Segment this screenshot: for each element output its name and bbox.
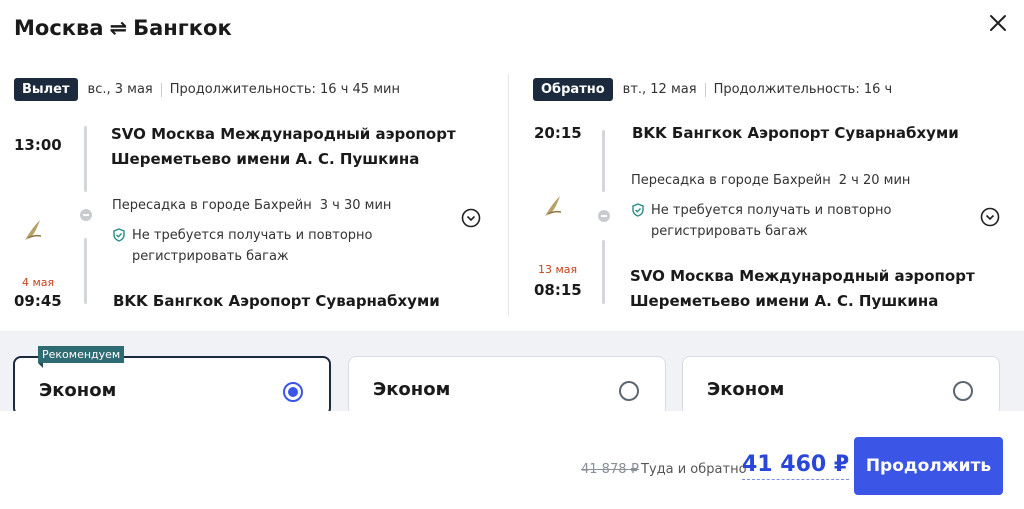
return-departure-time: 20:15	[534, 124, 582, 142]
timeline-line	[84, 126, 87, 192]
return-departure-airport: BKK Бангкок Аэропорт Суварнабхуми	[632, 124, 959, 142]
fare-option-2[interactable]: Эконом	[348, 356, 666, 416]
fare-radio-selected[interactable]	[283, 382, 303, 402]
fare-name: Эконом	[707, 379, 785, 400]
return-date: вт., 12 мая	[622, 82, 697, 97]
destination-city: Бангкок	[133, 16, 232, 40]
return-transfer: Пересадка в городе Бахрейн 2 ч 20 мин	[631, 173, 911, 188]
continue-button[interactable]: Продолжить	[854, 437, 1003, 495]
return-baggage-note: Не требуется получать и повторно регистр…	[631, 200, 892, 242]
fare-name: Эконом	[373, 379, 451, 400]
origin-city: Москва	[14, 16, 104, 40]
return-leg: Обратно вт., 12 мая Продолжительность: 1…	[533, 78, 1008, 318]
expand-chevron-icon[interactable]	[980, 207, 1000, 227]
return-duration: Продолжительность: 16 ч	[713, 82, 893, 97]
recommend-badge: Рекомендуем	[38, 346, 125, 368]
outbound-baggage-note: Не требуется получать и повторно регистр…	[112, 225, 373, 267]
outbound-header: Вылет вс., 3 мая Продолжительность: 16 ч…	[14, 78, 489, 101]
outbound-date: вс., 3 мая	[87, 82, 153, 97]
fare-option-3[interactable]: Эконом	[682, 356, 1000, 416]
legs-divider	[508, 74, 509, 316]
return-arrival-time: 08:15	[534, 281, 582, 299]
fare-name: Эконом	[39, 380, 117, 401]
route-title: Москва ⇌ Бангкок	[14, 16, 232, 40]
timeline-line	[602, 130, 605, 192]
shield-check-icon	[632, 203, 644, 217]
outbound-duration: Продолжительность: 16 ч 45 мин	[169, 82, 400, 97]
fare-radio[interactable]	[619, 381, 639, 401]
fare-option-1[interactable]: Эконом	[13, 356, 331, 416]
old-price: 41 878 ₽	[581, 462, 639, 477]
timeline-line	[84, 238, 87, 304]
return-badge: Обратно	[533, 78, 613, 101]
timeline-line	[602, 240, 605, 304]
transfer-dot	[80, 209, 92, 221]
return-arrival-airport: SVO Москва Международный аэропорт Шереме…	[630, 267, 975, 310]
outbound-leg: Вылет вс., 3 мая Продолжительность: 16 ч…	[14, 78, 489, 318]
airline-logo-icon	[545, 196, 562, 216]
shield-check-icon	[113, 228, 125, 242]
outbound-arrival-airport: BKK Бангкок Аэропорт Суварнабхуми	[113, 292, 440, 310]
return-header: Обратно вт., 12 мая Продолжительность: 1…	[533, 78, 1008, 101]
total-price[interactable]: 41 460 ₽	[742, 452, 850, 480]
swap-arrows-icon: ⇌	[109, 16, 128, 40]
airline-logo-icon	[25, 220, 42, 240]
fare-radio[interactable]	[953, 381, 973, 401]
outbound-departure-airport: SVO Москва Международный аэропорт Шереме…	[111, 125, 456, 168]
separator	[160, 82, 162, 97]
outbound-arrival-date: 4 мая	[22, 276, 55, 289]
outbound-transfer: Пересадка в городе Бахрейн 3 ч 30 мин	[112, 198, 392, 213]
expand-chevron-icon[interactable]	[461, 208, 481, 228]
return-arrival-date: 13 мая	[538, 263, 578, 276]
outbound-arrival-time: 09:45	[14, 292, 62, 310]
route-type-label: Туда и обратно	[641, 462, 747, 477]
outbound-departure-time: 13:00	[14, 136, 62, 154]
transfer-dot	[598, 210, 610, 222]
outbound-badge: Вылет	[14, 78, 78, 101]
close-icon[interactable]	[987, 12, 1009, 34]
separator	[704, 82, 706, 97]
